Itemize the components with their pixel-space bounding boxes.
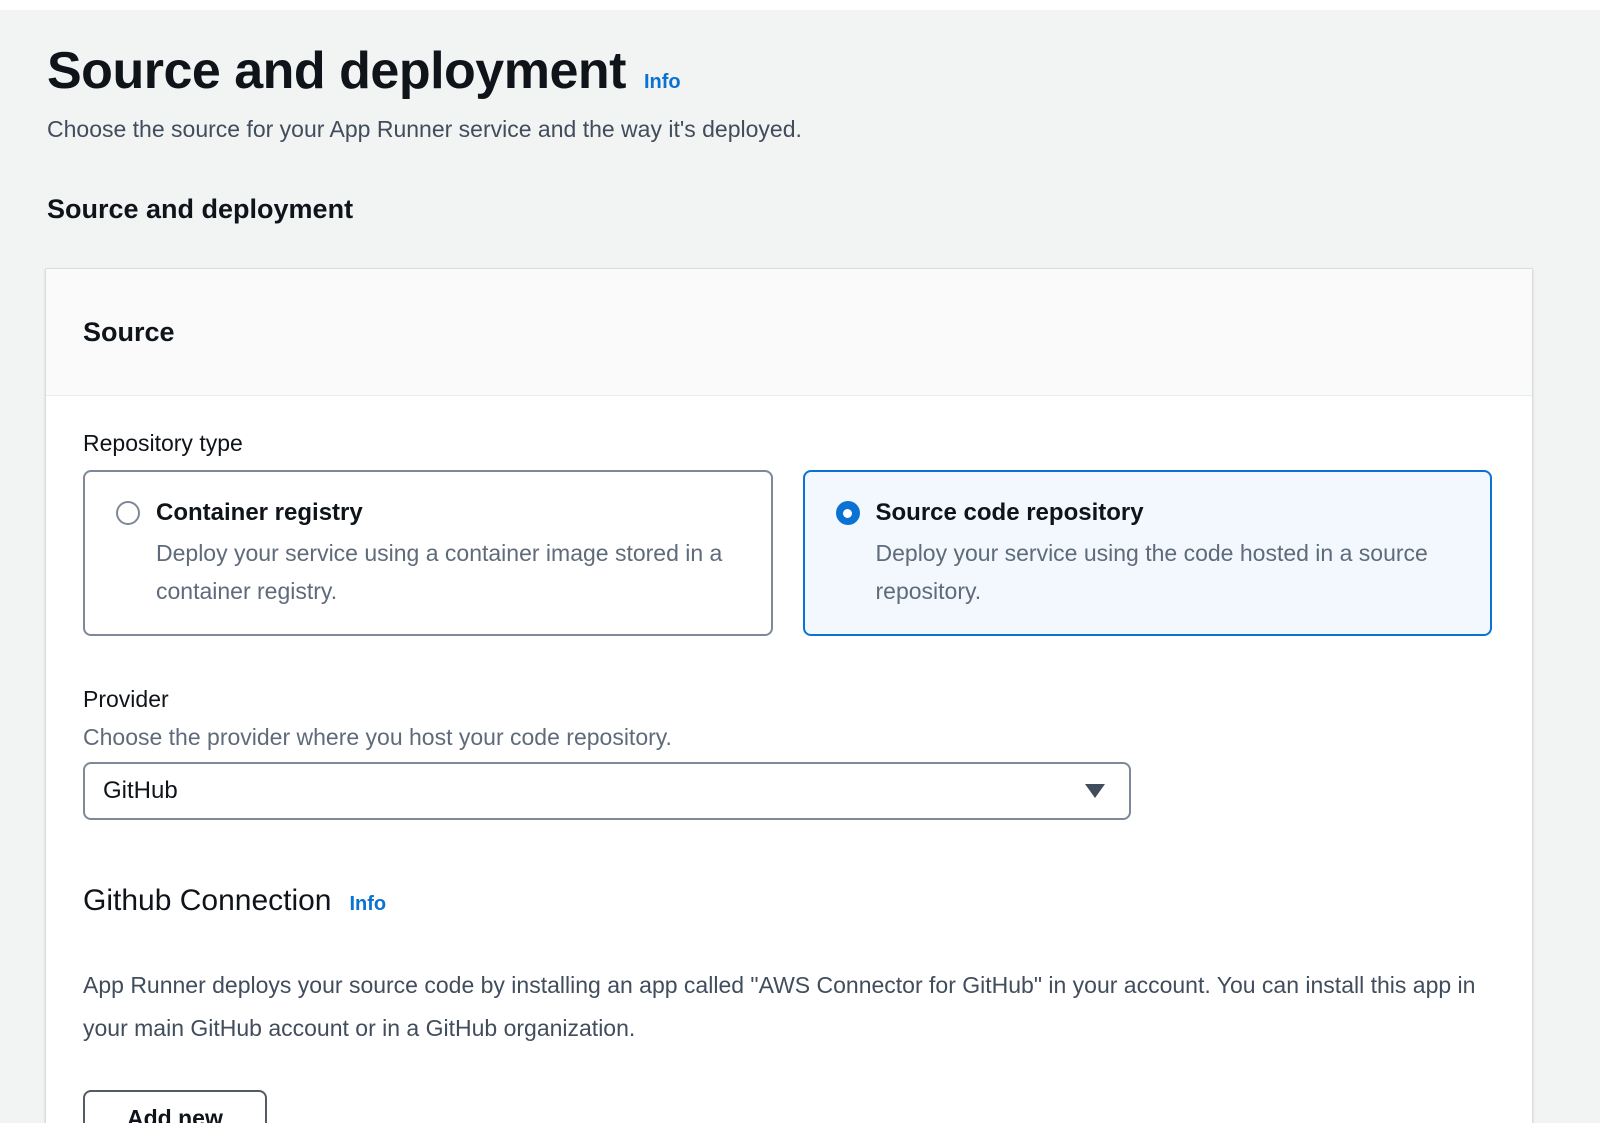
tile-source-code-repository[interactable]: Source code repository Deploy your servi…	[803, 470, 1493, 636]
repository-type-tiles: Container registry Deploy your service u…	[83, 470, 1492, 636]
github-connection-heading: Github Connection	[83, 882, 332, 920]
source-panel-body: Repository type Container registry Deplo…	[46, 396, 1532, 1123]
tile-source-code-repository-label: Source code repository	[876, 499, 1144, 526]
add-new-button[interactable]: Add new	[83, 1090, 267, 1123]
radio-unselected-icon[interactable]	[116, 501, 140, 525]
page-title: Source and deployment	[47, 42, 626, 100]
radio-selected-icon[interactable]	[836, 501, 860, 525]
title-row: Source and deployment Info	[47, 42, 1540, 100]
page-header: Source and deployment Info Choose the so…	[0, 0, 1600, 225]
github-connection-description: App Runner deploys your source code by i…	[83, 964, 1492, 1050]
github-connection-heading-row: Github Connection Info	[83, 882, 1492, 920]
source-panel: Source Repository type Container registr…	[45, 268, 1533, 1123]
repository-type-label: Repository type	[83, 428, 1492, 458]
section-heading: Source and deployment	[47, 194, 1540, 225]
github-connection-info-link[interactable]: Info	[350, 893, 387, 916]
provider-label: Provider	[83, 684, 1492, 714]
source-panel-title: Source	[83, 315, 1495, 349]
chevron-down-icon	[1085, 784, 1105, 798]
tile-source-code-repository-description: Deploy your service using the code hoste…	[876, 534, 1456, 610]
tile-text: Container registry Deploy your service u…	[156, 498, 736, 610]
tile-text: Source code repository Deploy your servi…	[876, 498, 1456, 610]
tile-container-registry-label: Container registry	[156, 499, 363, 526]
provider-selected-value: GitHub	[103, 777, 178, 805]
provider-description: Choose the provider where you host your …	[83, 722, 1492, 752]
tile-container-registry-description: Deploy your service using a container im…	[156, 534, 736, 610]
tile-container-registry[interactable]: Container registry Deploy your service u…	[83, 470, 773, 636]
source-panel-header: Source	[46, 269, 1532, 396]
provider-select[interactable]: GitHub	[83, 762, 1131, 820]
page-title-info-link[interactable]: Info	[644, 71, 681, 94]
top-white-strip	[0, 0, 1600, 10]
provider-block: Provider Choose the provider where you h…	[83, 684, 1492, 820]
page-subtitle: Choose the source for your App Runner se…	[47, 114, 1540, 144]
